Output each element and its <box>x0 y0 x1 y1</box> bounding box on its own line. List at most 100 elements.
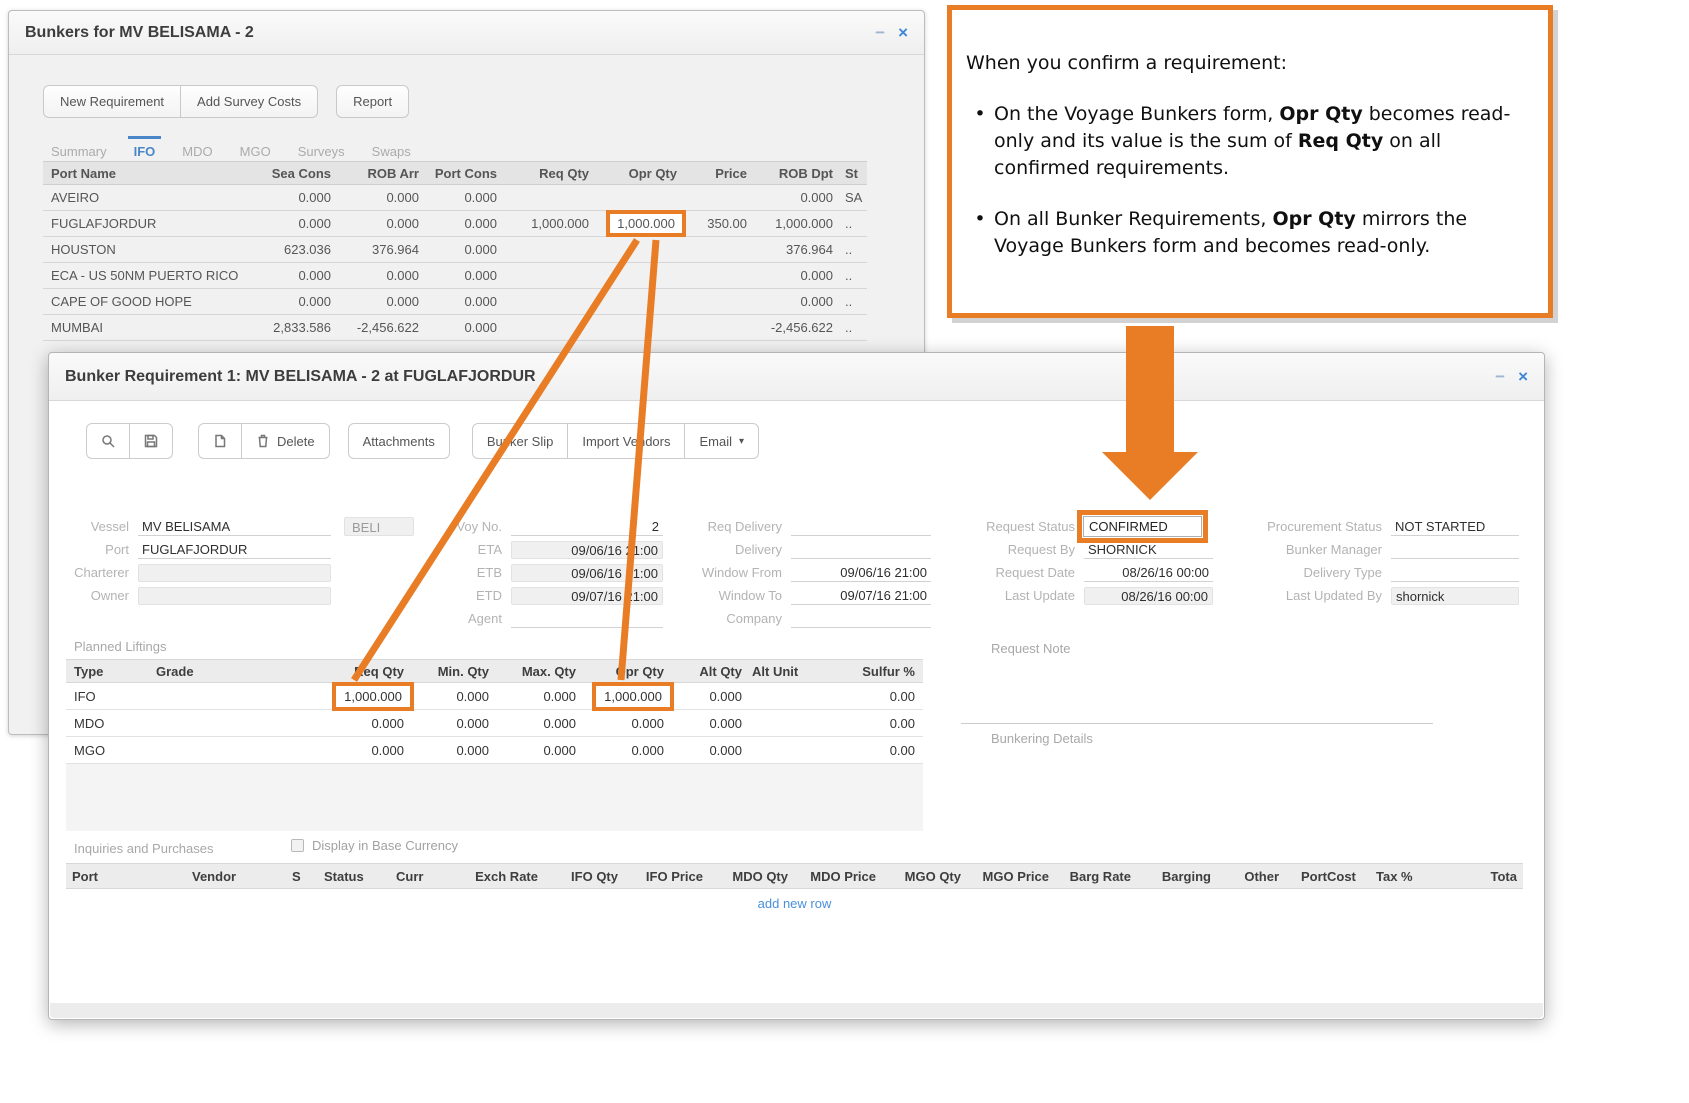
table-row[interactable]: HOUSTON 623.036 376.964 0.000 376.964 .. <box>43 237 867 263</box>
report-button[interactable]: Report <box>336 85 409 118</box>
delete-button[interactable]: Delete <box>242 423 330 459</box>
add-survey-costs-button[interactable]: Add Survey Costs <box>181 85 318 118</box>
save-button[interactable] <box>130 423 173 459</box>
port-label: Port <box>61 542 138 557</box>
fuel-type-tabs: Summary IFO MDO MGO Surveys Swaps <box>51 144 411 159</box>
table-row[interactable]: FUGLAFJORDUR 0.000 0.000 0.000 1,000.000… <box>43 211 867 237</box>
agent-field[interactable] <box>511 610 663 628</box>
lifting-row-ifo[interactable]: IFO 1,000.000 0.000 0.000 1,000.000 0.00… <box>66 683 923 710</box>
lifting-row-mgo[interactable]: MGO 0.000 0.000 0.000 0.000 0.000 0.00 <box>66 737 923 764</box>
trash-icon <box>256 434 270 448</box>
owner-label: Owner <box>61 588 138 603</box>
display-base-currency-row: Display in Base Currency <box>291 838 458 853</box>
table-header-row: Port Name Sea Cons ROB Arr Port Cons Req… <box>43 161 867 185</box>
company-field[interactable] <box>791 610 931 628</box>
attachments-button[interactable]: Attachments <box>348 423 450 459</box>
form-col-request: Request StatusCONFIRMED Request BySHORNI… <box>901 515 1213 607</box>
port-field[interactable]: FUGLAFJORDUR <box>138 541 331 559</box>
table-row[interactable]: CAPE OF GOOD HOPE 0.000 0.000 0.000 0.00… <box>43 289 867 315</box>
highlight-box-voyage-opr-qty: 1,000.000 <box>606 210 686 237</box>
tab-summary[interactable]: Summary <box>51 144 107 159</box>
owner-field <box>138 587 331 605</box>
delivery-type-label: Delivery Type <box>1233 565 1391 580</box>
planned-liftings-empty-area <box>66 764 923 831</box>
form-col-procurement: Procurement StatusNOT STARTED Bunker Man… <box>1233 515 1519 607</box>
req-delivery-label: Req Delivery <box>681 519 791 534</box>
request-date-label: Request Date <box>901 565 1084 580</box>
display-base-currency-label: Display in Base Currency <box>312 838 458 853</box>
col-req-qty: Req Qty <box>497 166 589 181</box>
search-button[interactable] <box>86 423 130 459</box>
delivery-type-field[interactable] <box>1391 564 1519 582</box>
close-icon[interactable]: × <box>898 24 908 41</box>
highlight-box-request-status: CONFIRMED <box>1077 510 1208 543</box>
col-rob-dpt: ROB Dpt <box>747 166 833 181</box>
bunker-manager-field[interactable] <box>1391 541 1519 559</box>
minimize-icon[interactable]: − <box>1495 368 1505 385</box>
close-icon[interactable]: × <box>1518 368 1528 385</box>
add-new-row-link[interactable]: add new row <box>66 896 1523 911</box>
inquiries-purchases-label: Inquiries and Purchases <box>74 841 213 856</box>
bunker-slip-button[interactable]: Bunker Slip <box>472 423 568 459</box>
search-icon <box>101 434 115 448</box>
request-by-field[interactable]: SHORNICK <box>1084 541 1213 559</box>
last-updated-by-label: Last Updated By <box>1233 588 1391 603</box>
last-update-field: 08/26/16 00:00 <box>1084 587 1213 605</box>
vessel-field[interactable]: MV BELISAMA <box>138 518 331 536</box>
chevron-down-icon: ▾ <box>739 436 744 447</box>
planned-liftings-label: Planned Liftings <box>74 639 167 654</box>
table-row[interactable]: AVEIRO 0.000 0.000 0.000 0.000 SA <box>43 185 867 211</box>
window-footer-strip <box>50 1003 1543 1018</box>
tab-surveys[interactable]: Surveys <box>298 144 345 159</box>
window-controls: − × <box>875 24 908 41</box>
tab-mgo[interactable]: MGO <box>240 144 271 159</box>
highlight-box-opr-qty: 1,000.000 <box>592 682 674 711</box>
etd-label: ETD <box>421 588 511 603</box>
eta-label: ETA <box>421 542 511 557</box>
form-col-schedule: Voy No.2 ETA09/06/16 21:00 ETB09/06/16 2… <box>421 515 663 630</box>
requirement-button-group: New Requirement Add Survey Costs <box>43 85 318 118</box>
charterer-field <box>138 564 331 582</box>
bunker-requirement-window: Bunker Requirement 1: MV BELISAMA - 2 at… <box>48 352 1545 1020</box>
etb-label: ETB <box>421 565 511 580</box>
col-port-name: Port Name <box>43 166 253 181</box>
bunkering-details-label: Bunkering Details <box>991 731 1093 746</box>
request-date-field[interactable]: 08/26/16 00:00 <box>1084 564 1213 582</box>
procurement-status-field[interactable]: NOT STARTED <box>1391 518 1519 536</box>
eta-field: 09/06/16 21:00 <box>511 541 663 559</box>
col-sea-cons: Sea Cons <box>253 166 331 181</box>
table-row[interactable]: MUMBAI 2,833.586 -2,456.622 0.000 -2,456… <box>43 315 867 341</box>
import-vendors-button[interactable]: Import Vendors <box>568 423 685 459</box>
col-port-cons: Port Cons <box>419 166 497 181</box>
minimize-icon[interactable]: − <box>875 24 885 41</box>
request-status-label: Request Status <box>901 519 1084 534</box>
request-note-divider <box>961 723 1433 724</box>
email-button[interactable]: Email ▾ <box>685 423 759 459</box>
charterer-label: Charterer <box>61 565 138 580</box>
etd-field: 09/07/16 21:00 <box>511 587 663 605</box>
last-updated-by-field: shornick <box>1391 587 1519 605</box>
tab-ifo[interactable]: IFO <box>134 144 156 159</box>
highlight-box-req-qty: 1,000.000 <box>332 682 414 711</box>
table-row[interactable]: ECA - US 50NM PUERTO RICO 0.000 0.000 0.… <box>43 263 867 289</box>
bunker-requirement-titlebar: Bunker Requirement 1: MV BELISAMA - 2 at… <box>49 353 1544 401</box>
col-opr-qty: Opr Qty <box>589 166 677 181</box>
new-requirement-button[interactable]: New Requirement <box>43 85 181 118</box>
request-status-field[interactable]: CONFIRMED <box>1083 516 1202 537</box>
tab-mdo[interactable]: MDO <box>182 144 212 159</box>
annotation-callout: When you confirm a requirement: On the V… <box>947 5 1553 318</box>
note-icon <box>213 434 227 448</box>
voyage-bunkers-toolbar: New Requirement Add Survey Costs Report <box>43 85 409 118</box>
voy-no-field[interactable]: 2 <box>511 518 663 536</box>
note-button[interactable] <box>198 423 242 459</box>
lifting-row-mdo[interactable]: MDO 0.000 0.000 0.000 0.000 0.000 0.00 <box>66 710 923 737</box>
last-update-label: Last Update <box>901 588 1084 603</box>
vessel-label: Vessel <box>61 519 138 534</box>
tab-swaps[interactable]: Swaps <box>372 144 411 159</box>
display-base-currency-checkbox[interactable] <box>291 839 304 852</box>
window-to-label: Window To <box>681 588 791 603</box>
voyage-bunkers-title: Bunkers for MV BELISAMA - 2 <box>25 24 875 42</box>
bullet-icon <box>966 101 994 182</box>
col-rob-arr: ROB Arr <box>331 166 419 181</box>
delivery-label: Delivery <box>681 542 791 557</box>
